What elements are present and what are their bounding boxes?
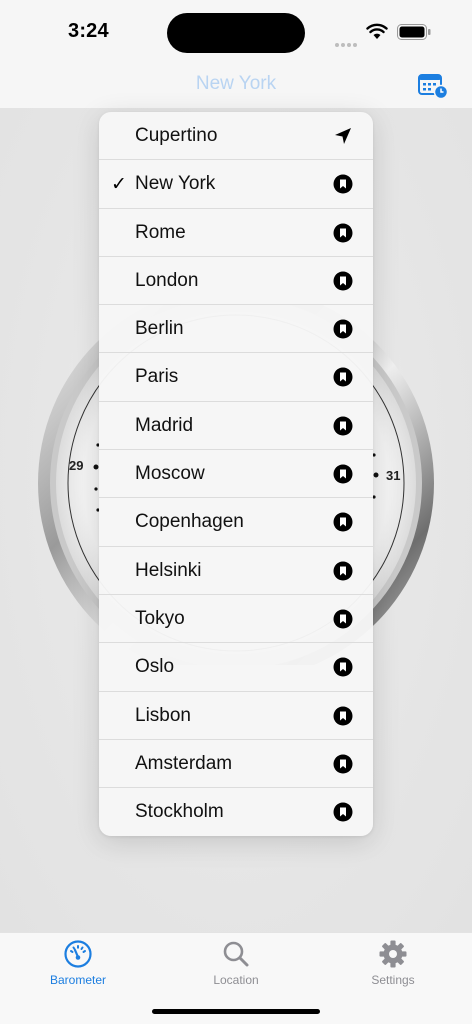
bookmark-icon	[333, 271, 353, 291]
nav-title[interactable]: New York	[0, 73, 472, 95]
tab-barometer-label: Barometer	[49, 973, 107, 987]
menu-item-label: London	[135, 269, 199, 291]
gauge-icon	[64, 940, 92, 968]
bookmark-icon	[333, 754, 353, 774]
tab-settings-label: Settings	[371, 973, 415, 987]
menu-item-label: Berlin	[135, 318, 184, 340]
bookmark-icon	[333, 367, 353, 387]
bookmark-icon	[333, 174, 353, 194]
menu-item-madrid[interactable]: Madrid	[99, 402, 373, 451]
menu-item-helsinki[interactable]: Helsinki	[99, 547, 373, 595]
calendar-clock-icon[interactable]	[417, 72, 449, 100]
tab-location-label: Location	[213, 973, 259, 987]
menu-item-paris[interactable]: Paris	[99, 353, 373, 402]
menu-item-lisbon[interactable]: Lisbon	[99, 692, 373, 740]
bookmark-icon	[333, 609, 353, 629]
bookmark-icon	[333, 512, 353, 532]
battery-icon	[397, 24, 431, 40]
bookmark-icon	[333, 416, 353, 436]
gauge-label-29: 29	[69, 458, 84, 473]
menu-item-label: Copenhagen	[135, 511, 244, 533]
wifi-icon	[366, 23, 388, 39]
cellular-signal-icon	[335, 34, 359, 52]
menu-item-berlin[interactable]: Berlin	[99, 305, 373, 354]
menu-item-label: Paris	[135, 366, 179, 388]
bookmark-icon	[333, 657, 353, 677]
gauge-label-31: 31	[386, 468, 401, 483]
navigation-bar: New York	[0, 62, 472, 108]
menu-item-label: Helsinki	[135, 559, 202, 581]
bookmark-icon	[333, 802, 353, 822]
bookmark-icon	[333, 561, 353, 581]
menu-item-label: Stockholm	[135, 801, 224, 823]
menu-item-label: Moscow	[135, 463, 205, 485]
home-indicator	[152, 1009, 320, 1014]
status-time: 3:24	[68, 20, 109, 42]
bookmark-icon	[333, 223, 353, 243]
tab-location[interactable]: Location	[186, 939, 286, 987]
search-icon	[223, 941, 249, 967]
menu-item-label: Rome	[135, 221, 186, 243]
menu-item-label: Oslo	[135, 656, 175, 678]
bookmark-icon	[333, 464, 353, 484]
gear-icon	[379, 940, 407, 968]
status-bar: 3:24	[0, 0, 472, 62]
menu-item-new-york[interactable]: ✓ New York	[99, 160, 373, 209]
bookmark-icon	[333, 319, 353, 339]
menu-item-label: Amsterdam	[135, 752, 233, 774]
dynamic-island	[167, 13, 305, 53]
location-arrow-icon	[335, 128, 351, 144]
menu-item-london[interactable]: London	[99, 257, 373, 306]
location-menu: Cupertino ✓ New York Rome London Berlin Paris M…	[99, 112, 373, 836]
menu-item-oslo[interactable]: Oslo	[99, 643, 373, 692]
menu-item-label: Madrid	[135, 414, 194, 436]
checkmark-icon: ✓	[111, 174, 127, 196]
menu-item-stockholm[interactable]: Stockholm	[99, 788, 373, 836]
tab-settings[interactable]: Settings	[343, 939, 443, 987]
menu-item-moscow[interactable]: Moscow	[99, 450, 373, 499]
menu-item-label: New York	[135, 173, 216, 195]
menu-item-label: Tokyo	[135, 607, 185, 629]
menu-item-amsterdam[interactable]: Amsterdam	[99, 740, 373, 789]
menu-item-label: Cupertino	[135, 125, 218, 146]
menu-item-tokyo[interactable]: Tokyo	[99, 595, 373, 644]
menu-item-label: Lisbon	[135, 704, 191, 726]
menu-item-rome[interactable]: Rome	[99, 209, 373, 257]
bookmark-icon	[333, 706, 353, 726]
menu-item-cupertino[interactable]: Cupertino	[99, 112, 373, 161]
tab-barometer[interactable]: Barometer	[28, 939, 128, 987]
menu-item-copenhagen[interactable]: Copenhagen	[99, 498, 373, 547]
